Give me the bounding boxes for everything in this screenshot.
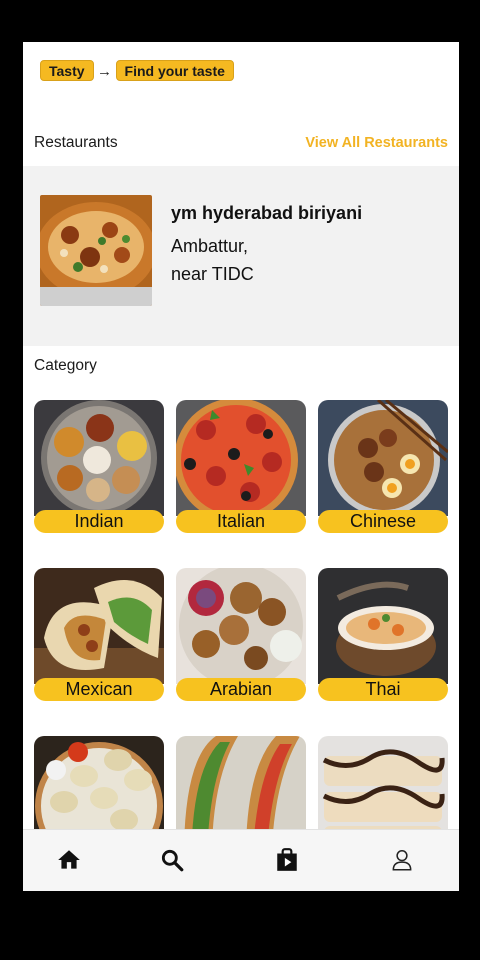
chinese-food-image [318,400,448,516]
app-screen: Tasty → Find your taste Restaurants View… [23,42,459,891]
category-label: Italian [176,510,306,533]
mexican-food-image [34,568,164,684]
shop-icon[interactable] [274,847,300,873]
app-name-chip: Tasty [40,60,94,81]
category-label: Mexican [34,678,164,701]
address-line-2: near TIDC [171,264,254,284]
italian-food-image [176,400,306,516]
restaurant-address: Ambattur, near TIDC [171,232,371,288]
address-line-1: Ambattur, [171,236,249,256]
category-label: Indian [34,510,164,533]
category-tile-arabian[interactable]: Arabian [176,568,306,701]
tagline-chip: Find your taste [115,60,234,81]
home-icon[interactable] [56,847,82,873]
category-tile-chinese[interactable]: Chinese [318,400,448,533]
category-title: Category [34,357,97,374]
restaurants-title: Restaurants [34,134,118,151]
category-tile-thai[interactable]: Thai [318,568,448,701]
app-header: Tasty → Find your taste [40,60,234,81]
restaurant-card[interactable]: ym hyderabad biriyani Ambattur, near TID… [23,166,459,346]
bottom-navigation [23,829,459,891]
category-label: Chinese [318,510,448,533]
search-icon[interactable] [159,847,185,873]
restaurants-header: Restaurants View All Restaurants [34,134,448,152]
view-all-restaurants-link[interactable]: View All Restaurants [305,135,448,151]
restaurant-name: ym hyderabad biriyani [171,203,363,223]
arabian-food-image [176,568,306,684]
category-label: Thai [318,678,448,701]
category-header: Category [34,357,448,375]
biryani-image [40,195,152,306]
profile-icon[interactable] [389,847,415,873]
category-tile-indian[interactable]: Indian [34,400,164,533]
category-tile-mexican[interactable]: Mexican [34,568,164,701]
indian-food-image [34,400,164,516]
category-tile-italian[interactable]: Italian [176,400,306,533]
thai-food-image [318,568,448,684]
arrow-icon: → [97,63,113,80]
category-label: Arabian [176,678,306,701]
